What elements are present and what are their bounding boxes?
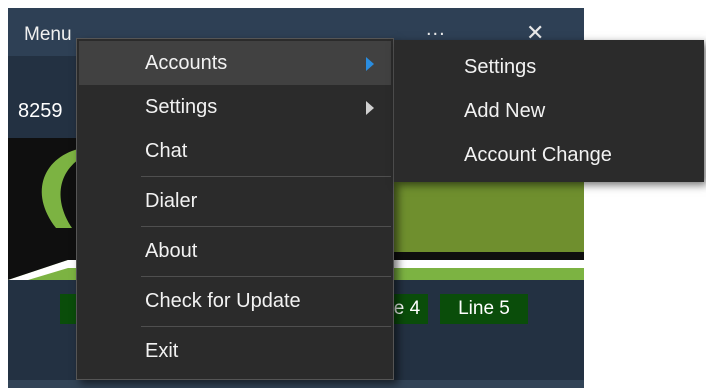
- menu-item-label: Check for Update: [145, 290, 301, 312]
- menu-item-label: Exit: [145, 340, 179, 362]
- account-number: 8259: [18, 100, 63, 122]
- line-4-label: e 4: [393, 298, 421, 319]
- menu-item-settings[interactable]: Settings: [79, 85, 391, 129]
- submenu-arrow-icon: [366, 101, 374, 115]
- menu-item-chat[interactable]: Chat: [79, 129, 391, 173]
- context-menu: Accounts Settings Chat Dialer About Chec…: [76, 38, 394, 380]
- menu-item-exit[interactable]: Exit: [79, 329, 391, 373]
- menu-item-label: Accounts: [145, 52, 228, 74]
- menu-separator: [141, 326, 391, 327]
- submenu-arrow-icon: [366, 57, 374, 71]
- menu-item-accounts[interactable]: Accounts: [79, 41, 391, 85]
- menu-item-check-for-update[interactable]: Check for Update: [79, 279, 391, 323]
- menu-item-about[interactable]: About: [79, 229, 391, 273]
- line-5-button[interactable]: Line 5: [440, 294, 528, 324]
- menu-item-dialer[interactable]: Dialer: [79, 179, 391, 223]
- line-5-label: Line 5: [458, 298, 510, 319]
- minimize-button[interactable]: ...: [426, 18, 446, 41]
- accounts-submenu: Settings Add New Account Change: [394, 40, 704, 182]
- menu-item-label: Settings: [145, 96, 218, 118]
- menu-item-label: Dialer: [145, 190, 198, 212]
- menu-item-label: Chat: [145, 140, 188, 162]
- menu-item-label: About: [145, 240, 198, 262]
- menu-separator: [141, 276, 391, 277]
- menu-separator: [141, 226, 391, 227]
- menu-separator: [141, 176, 391, 177]
- submenu-item-account-change[interactable]: Account Change: [464, 144, 612, 167]
- menu-button[interactable]: Menu: [24, 24, 72, 46]
- submenu-item-settings[interactable]: Settings: [464, 56, 536, 79]
- submenu-item-add-new[interactable]: Add New: [464, 100, 545, 123]
- footer-strip: [8, 380, 584, 388]
